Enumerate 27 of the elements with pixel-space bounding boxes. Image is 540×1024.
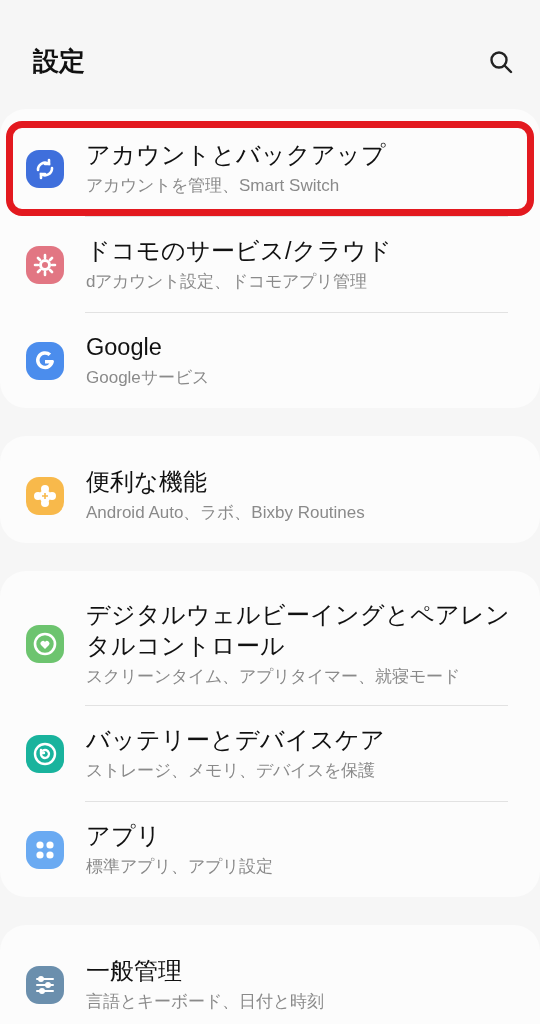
item-title: アカウントとバックアップ — [86, 140, 387, 170]
item-title: デジタルウェルビーイングとペアレンタルコントロール — [86, 601, 511, 661]
item-title: バッテリーとデバイスケア — [86, 725, 386, 755]
item-subtitle: ストレージ、メモリ、デバイスを保護 — [86, 760, 376, 783]
item-subtitle: 言語とキーボード、日付と時刻 — [86, 991, 325, 1014]
item-subtitle: Android Auto、ラボ、Bixby Routines — [86, 502, 366, 525]
settings-item[interactable]: ドコモのサービス/クラウド dアカウント設定、ドコモアプリ管理 — [6, 217, 534, 312]
item-subtitle: 標準アプリ、アプリ設定 — [86, 856, 274, 879]
settings-item[interactable]: Google Googleサービス — [6, 313, 534, 408]
settings-item[interactable]: アカウントとバックアップ アカウントを管理、Smart Switch — [6, 121, 534, 216]
settings-item[interactable]: デジタルウェルビーイングとペアレンタルコントロール スクリーンタイム、アプリタイマー、就寝モード — [6, 583, 534, 706]
item-title: アプリ — [86, 821, 162, 851]
settings-item[interactable]: 便利な機能 Android Auto、ラボ、Bixby Routines — [6, 448, 534, 543]
item-title: 便利な機能 — [86, 467, 208, 497]
search-button[interactable] — [488, 48, 514, 75]
item-title: Google — [86, 332, 163, 362]
search-icon — [488, 48, 514, 75]
settings-item[interactable]: バッテリーとデバイスケア ストレージ、メモリ、デバイスを保護 — [6, 706, 534, 802]
item-subtitle: スクリーンタイム、アプリタイマー、就寝モード — [86, 666, 461, 689]
item-subtitle: dアカウント設定、ドコモアプリ管理 — [86, 271, 369, 294]
settings-item[interactable]: 一般管理 言語とキーボード、日付と時刻 — [6, 937, 534, 1024]
settings-item[interactable]: アプリ 標準アプリ、アプリ設定 — [6, 802, 534, 898]
page-title: 設定 — [33, 45, 85, 78]
item-subtitle: アカウントを管理、Smart Switch — [86, 175, 341, 198]
item-title: 一般管理 — [86, 956, 183, 986]
item-title: ドコモのサービス/クラウド — [86, 236, 393, 266]
item-subtitle: Googleサービス — [86, 367, 210, 390]
